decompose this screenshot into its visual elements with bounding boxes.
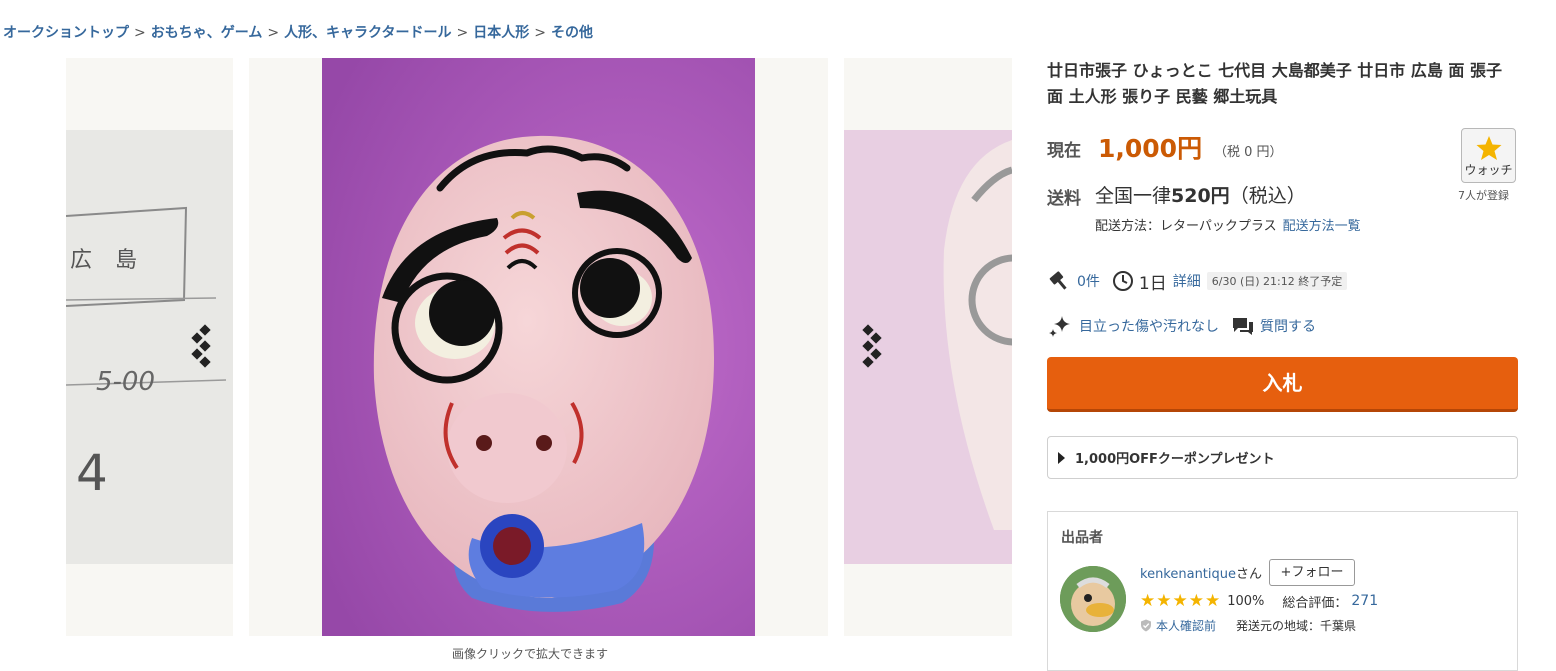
shipping-amount: 520円: [1171, 185, 1230, 207]
detail-link[interactable]: 詳細: [1173, 271, 1201, 291]
bid-count[interactable]: 0件: [1077, 271, 1100, 291]
price-tax: （税 0 円）: [1214, 145, 1283, 160]
prev-arrow-icon[interactable]: [187, 324, 217, 368]
shipping-method-text: 配送方法：レターパックプラス: [1095, 219, 1277, 234]
bid-button[interactable]: 入札: [1047, 357, 1518, 412]
item-condition-row: 目立った傷や汚れなし 質問する: [1047, 313, 1316, 339]
total-rating-label: 総合評価：: [1282, 595, 1348, 611]
shipping-label: 送料: [1047, 189, 1081, 209]
clock-icon: [1112, 271, 1133, 291]
seller-rating: ★★★★★ 100% 総合評価： 271: [1140, 591, 1378, 611]
rating-percent: 100%: [1227, 593, 1265, 609]
seller-name-link[interactable]: kenkenantique: [1140, 567, 1236, 582]
seller-verification: 本人確認前 発送元の地域：千葉県: [1140, 617, 1356, 634]
coupon-toggle[interactable]: 1,000円OFFクーポンプレゼント: [1047, 436, 1518, 479]
total-rating-link[interactable]: 271: [1351, 593, 1378, 609]
main-photo: [322, 58, 755, 636]
caret-right-icon: [1058, 451, 1065, 464]
item-title: 廿日市張子 ひょっとこ 七代目 大島都美子 廿日市 広島 面 張子面 土人形 張…: [1047, 61, 1502, 106]
verification-status[interactable]: 本人確認前: [1156, 617, 1216, 634]
watch-button[interactable]: ウォッチ: [1461, 128, 1516, 183]
seller-name-row: kenkenantiqueさん: [1140, 563, 1262, 582]
breadcrumb-item-dolls-characters[interactable]: 人形、キャラクタードール: [284, 25, 451, 41]
end-time: 6/30 (日) 21:12 終了予定: [1206, 272, 1348, 290]
seller-suffix: さん: [1236, 567, 1263, 582]
shipping-fee: 全国一律520円（税込）: [1095, 181, 1306, 208]
svg-text:5-00: 5-00: [96, 367, 155, 397]
breadcrumb: オークショントップ > おもちゃ、ゲーム > 人形、キャラクタードール > 日本人形 > その他: [3, 22, 593, 42]
sparkle-icon: [1049, 316, 1070, 337]
rating-stars-icon: ★★★★★: [1140, 591, 1222, 611]
star-icon: [1476, 136, 1502, 160]
breadcrumb-item-other[interactable]: その他: [551, 25, 593, 41]
seller-panel: 出品者 kenkenantiqueさん +フォロー ★★★★★ 100% 総合評…: [1047, 511, 1518, 671]
seller-heading: 出品者: [1061, 530, 1103, 546]
current-price: 1,000円: [1098, 134, 1203, 163]
gallery-main-image[interactable]: [249, 58, 828, 636]
breadcrumb-separator: >: [267, 25, 280, 41]
breadcrumb-separator: >: [534, 25, 546, 41]
chat-icon: [1233, 318, 1253, 335]
condition-link[interactable]: 目立った傷や汚れなし: [1079, 316, 1219, 336]
shipping-suffix: （税込）: [1229, 185, 1306, 207]
shipping-list-link[interactable]: 配送方法一覧: [1283, 219, 1361, 234]
gavel-icon: [1049, 271, 1067, 290]
question-link[interactable]: 質問する: [1260, 316, 1316, 336]
ship-from-region: 発送元の地域：千葉県: [1236, 619, 1357, 633]
breadcrumb-item-auction-top[interactable]: オークショントップ: [3, 25, 129, 41]
shipping-prefix: 全国一律: [1095, 185, 1172, 207]
breadcrumb-item-japanese-dolls[interactable]: 日本人形: [473, 25, 529, 41]
time-left: 1日: [1138, 273, 1167, 294]
next-arrow-icon[interactable]: [858, 324, 888, 368]
prev-photo-label: 広 島: [70, 248, 145, 273]
watch-count: 7人が登録: [1458, 189, 1509, 202]
follow-button[interactable]: +フォロー: [1269, 559, 1355, 586]
watch-label: ウォッチ: [1464, 163, 1513, 177]
seller-avatar[interactable]: [1060, 566, 1126, 632]
hyottoko-mask-drawing: [322, 58, 755, 636]
svg-text:4: 4: [76, 444, 108, 502]
breadcrumb-item-toys-games[interactable]: おもちゃ、ゲーム: [151, 25, 263, 41]
breadcrumb-separator: >: [456, 25, 469, 41]
auction-stats: 0件 1日 詳細 6/30 (日) 21:12 終了予定: [1047, 268, 1348, 294]
shield-check-icon: [1141, 619, 1151, 632]
breadcrumb-separator: >: [134, 25, 146, 41]
shipping-method: 配送方法：レターパックプラス 配送方法一覧: [1095, 215, 1361, 234]
coupon-text: 1,000円OFFクーポンプレゼント: [1075, 452, 1275, 467]
price-label: 現在: [1047, 141, 1081, 161]
